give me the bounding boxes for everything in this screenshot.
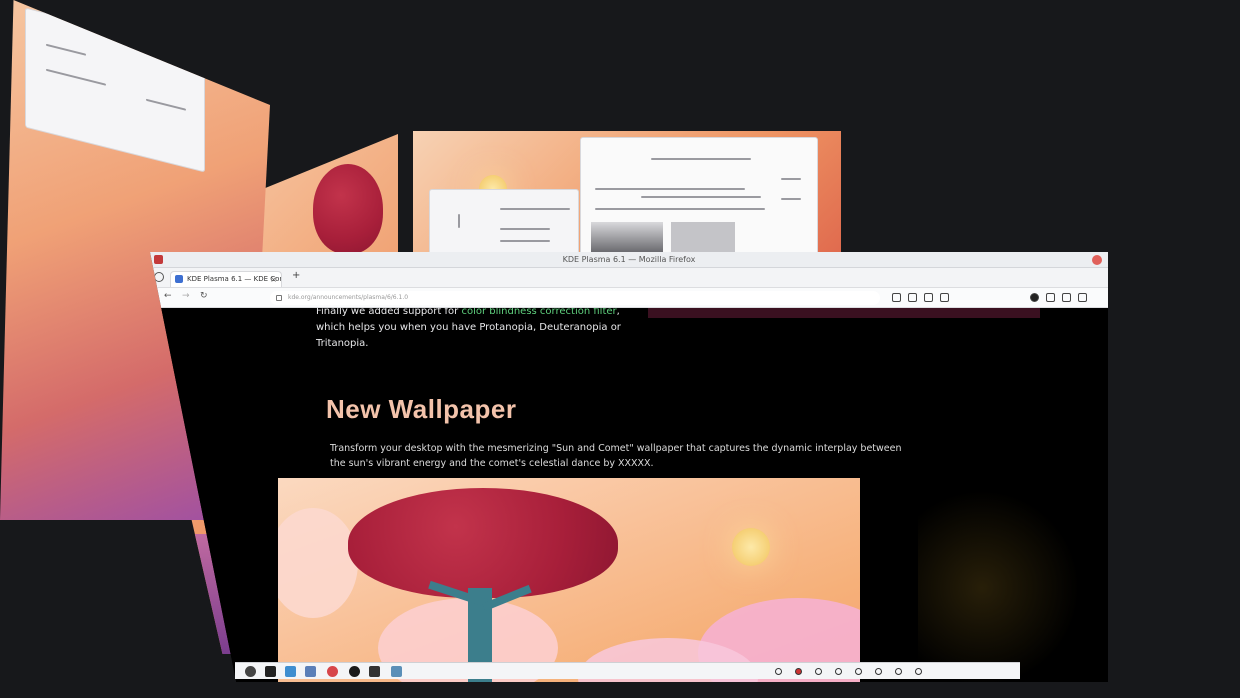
notifications-icon[interactable] <box>915 668 922 675</box>
navigation-bar: ← → ↻ kde.org/announcements/plasma/6/6.1… <box>150 288 1108 308</box>
obs-icon[interactable] <box>349 666 360 677</box>
page-content: Finally we added support for color blind… <box>150 308 1108 682</box>
media-icon[interactable] <box>369 666 380 677</box>
system-settings-icon[interactable] <box>305 666 316 677</box>
url-text: kde.org/announcements/plasma/6/6.1.0 <box>288 294 409 301</box>
url-bar[interactable]: kde.org/announcements/plasma/6/6.1.0 <box>270 291 880 305</box>
mini-photo <box>671 222 735 256</box>
close-tab-icon[interactable]: × <box>270 272 277 287</box>
window-title: KDE Plasma 6.1 — Mozilla Firefox <box>562 255 696 264</box>
sun-icon <box>732 528 770 566</box>
reader-icon[interactable] <box>908 293 917 302</box>
glow-shape <box>918 488 1078 682</box>
mini-window-dialog[interactable] <box>429 189 579 256</box>
tray-icon[interactable] <box>815 668 822 675</box>
tray-icon[interactable] <box>835 668 842 675</box>
kde-favicon-icon <box>175 275 183 283</box>
tree-canopy <box>348 488 618 598</box>
desktop-cube-view: KDE Plasma 6.1 — Mozilla Firefox KDE Pla… <box>0 0 1240 698</box>
terminal-icon[interactable] <box>265 666 276 677</box>
mini-window-right[interactable] <box>25 7 205 173</box>
window-titlebar[interactable]: KDE Plasma 6.1 — Mozilla Firefox <box>150 252 1108 268</box>
lock-icon <box>276 295 282 301</box>
tray-icon[interactable] <box>795 668 802 675</box>
new-tab-icon[interactable]: + <box>292 270 300 281</box>
reload-icon[interactable]: ↻ <box>200 291 208 301</box>
color-blindness-link[interactable]: color blindness correction filter <box>461 308 616 317</box>
wallpaper-preview-image <box>278 478 860 682</box>
pocket-icon[interactable] <box>1046 293 1055 302</box>
menu-icon[interactable] <box>1078 293 1087 302</box>
forward-icon[interactable]: → <box>182 291 190 301</box>
tab-bar: KDE Plasma 6.1 — KDE Community × + <box>150 268 1108 288</box>
firefox-taskbar-icon[interactable] <box>327 666 338 677</box>
intro-prefix: Finally we added support for <box>316 308 459 317</box>
back-icon[interactable]: ← <box>164 291 172 301</box>
screenshot-icon[interactable] <box>940 293 949 302</box>
battery-icon[interactable] <box>895 668 902 675</box>
close-icon[interactable] <box>1092 255 1102 265</box>
panel-taskbar <box>235 662 1020 679</box>
app-icon <box>154 255 163 264</box>
tree-icon <box>313 164 383 254</box>
volume-icon[interactable] <box>875 668 882 675</box>
image-strip <box>648 308 1040 318</box>
application-launcher-icon[interactable] <box>245 666 256 677</box>
tab-label: KDE Plasma 6.1 — KDE Community <box>187 275 281 283</box>
cloud-shape <box>278 508 358 618</box>
bookmark-icon[interactable] <box>924 293 933 302</box>
plane-icon[interactable] <box>391 666 402 677</box>
tray-icon[interactable] <box>775 668 782 675</box>
tab-active[interactable]: KDE Plasma 6.1 — KDE Community × <box>170 271 282 287</box>
file-manager-icon[interactable] <box>285 666 296 677</box>
page-heading: New Wallpaper <box>326 394 517 424</box>
extensions-icon[interactable] <box>892 293 901 302</box>
mini-photo <box>591 222 663 256</box>
browser-window[interactable]: KDE Plasma 6.1 — Mozilla Firefox KDE Pla… <box>150 252 1108 682</box>
downloads-icon[interactable] <box>1062 293 1071 302</box>
wallpaper-description: Transform your desktop with the mesmeriz… <box>330 443 902 469</box>
desktop-back-panel[interactable] <box>413 131 841 256</box>
intro-text: Finally we added support for color blind… <box>316 308 646 352</box>
account-icon[interactable] <box>1030 293 1039 302</box>
mini-window-document[interactable] <box>580 137 818 256</box>
network-icon[interactable] <box>855 668 862 675</box>
